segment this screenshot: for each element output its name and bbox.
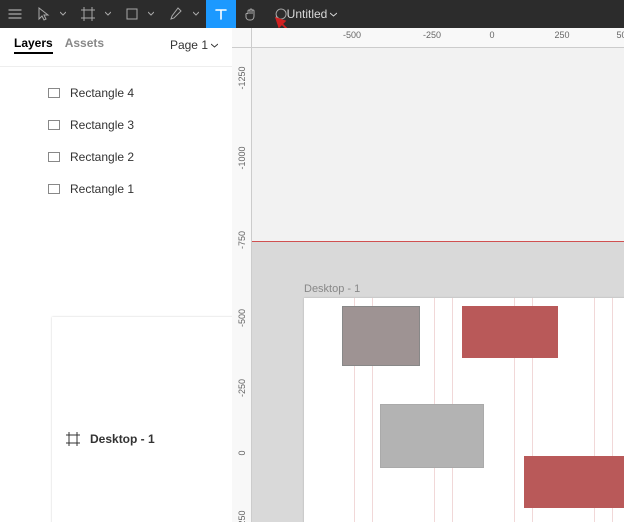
page-selector[interactable]: Page 1 (170, 38, 218, 52)
layer-item-label: Rectangle 1 (70, 182, 134, 196)
text-tool[interactable] (206, 0, 236, 28)
frame-desktop-1[interactable] (304, 298, 624, 522)
move-tool[interactable] (30, 0, 74, 28)
ruler-tick: -750 (237, 231, 247, 249)
document-title-button[interactable]: Untitled (287, 7, 338, 21)
ruler-tick: 0 (237, 450, 247, 455)
rectangle-tool[interactable] (118, 0, 162, 28)
layer-frame-name: Desktop - 1 (90, 432, 155, 446)
layer-item[interactable]: Rectangle 3 (0, 109, 232, 141)
rectangle-icon (48, 152, 60, 162)
top-toolbar: Untitled (0, 0, 624, 28)
ruler-corner (232, 28, 252, 48)
rectangle-icon (48, 184, 60, 194)
layer-item[interactable]: Rectangle 4 (0, 77, 232, 109)
horizontal-ruler: -500 -250 0 250 500 (252, 28, 624, 48)
tab-assets[interactable]: Assets (65, 36, 104, 54)
ruler-tick: -250 (423, 30, 441, 40)
viewport-background (252, 48, 624, 241)
canvas[interactable]: -500 -250 0 250 500 -1250 -1000 -750 -50… (232, 28, 624, 522)
tab-layers[interactable]: Layers (14, 36, 53, 54)
rectangle-shape[interactable] (380, 404, 484, 468)
vertical-ruler: -1250 -1000 -750 -500 -250 0 250 (232, 48, 252, 522)
layer-item-label: Rectangle 2 (70, 150, 134, 164)
selection-guide (252, 241, 624, 242)
page-label: Page 1 (170, 38, 208, 52)
layer-item[interactable]: Rectangle 1 (0, 173, 232, 205)
panel-tabs: Layers Assets Page 1 (0, 28, 232, 62)
ruler-tick: 250 (237, 510, 247, 522)
viewport[interactable]: Desktop - 1 (252, 48, 624, 522)
frame-icon (66, 432, 80, 446)
menu-icon[interactable] (0, 0, 30, 28)
rectangle-shape[interactable] (462, 306, 558, 358)
frame-tool[interactable] (74, 0, 118, 28)
ruler-tick: -250 (237, 379, 247, 397)
document-title-text: Untitled (287, 7, 328, 21)
layer-item-label: Rectangle 3 (70, 118, 134, 132)
frame-title[interactable]: Desktop - 1 (304, 283, 360, 295)
ruler-tick: 0 (489, 30, 494, 40)
layer-item[interactable]: Rectangle 2 (0, 141, 232, 173)
ruler-tick: -500 (237, 309, 247, 327)
ruler-tick: -1000 (237, 146, 247, 169)
ruler-tick: 500 (616, 30, 624, 40)
layer-item-label: Rectangle 4 (70, 86, 134, 100)
layers-panel: Desktop - 1 Rectangle 4 Rectangle 3 Rect… (0, 66, 232, 522)
rectangle-shape[interactable] (524, 456, 624, 508)
pen-tool[interactable] (162, 0, 206, 28)
ruler-tick: -500 (343, 30, 361, 40)
hand-tool[interactable] (236, 0, 266, 28)
rectangle-icon (48, 88, 60, 98)
rectangle-icon (48, 120, 60, 130)
rectangle-shape[interactable] (342, 306, 420, 366)
ruler-tick: -1250 (237, 66, 247, 89)
ruler-tick: 250 (554, 30, 569, 40)
